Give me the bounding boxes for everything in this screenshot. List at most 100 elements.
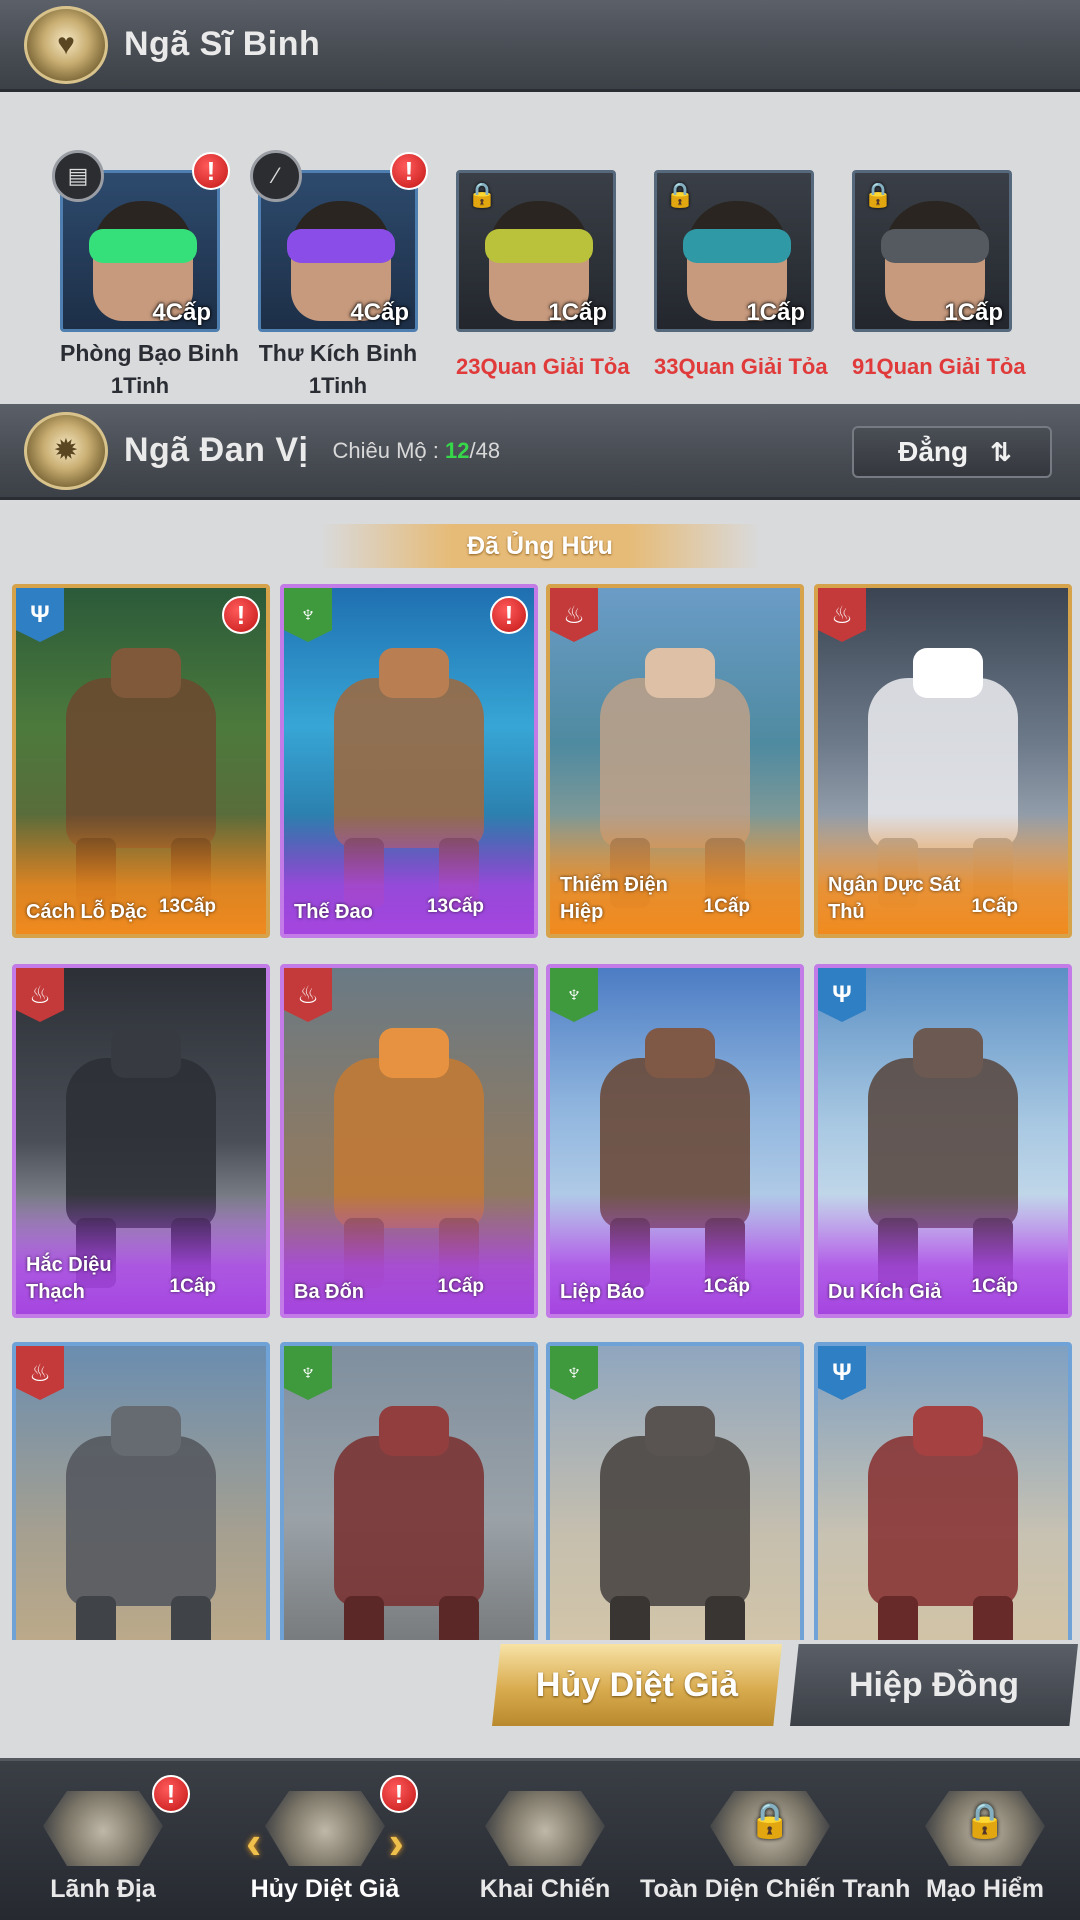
unit-card[interactable]: ♆ xyxy=(546,1342,804,1640)
unit-name: Du Kích Giả xyxy=(828,1281,942,1303)
unit-name: Hắc Diệu Thạch xyxy=(26,1254,112,1303)
unit-emblem-icon: ✹ xyxy=(24,411,108,490)
unit-card[interactable]: ♨ xyxy=(12,1342,270,1640)
unit-leg xyxy=(439,1596,479,1640)
soldier-card[interactable]: 🔒 1Cấp 91Quan Giải Tỏa xyxy=(852,150,1026,380)
unit-section-title: Ngã Đan Vị xyxy=(124,431,309,469)
soldier-card[interactable]: ▤ 4Cấp ! Phòng Bạo Binh 1Tinh xyxy=(52,150,239,399)
unit-head xyxy=(913,1028,983,1078)
unit-grid: Ψ! Cách Lỗ Đặc 13Cấp ♆! Thế Đao 13Cấp ♨ Thiểm… xyxy=(12,584,1072,1640)
unit-head xyxy=(111,1406,181,1456)
unit-card[interactable]: ♨ Ngân Dực Sát Thủ 1Cấp xyxy=(814,584,1072,938)
nav-label: Hủy Diệt Giả xyxy=(250,1875,400,1903)
unit-head xyxy=(111,1028,181,1078)
soldier-visor xyxy=(683,229,791,263)
unit-head xyxy=(913,1406,983,1456)
soldier-portrait: 🔒 1Cấp xyxy=(654,170,814,332)
unit-level: 1Cấp xyxy=(703,1276,750,1297)
soldier-visor xyxy=(485,229,593,263)
recruit-label: Chiêu Mộ : xyxy=(332,437,439,463)
soldier-visor xyxy=(287,229,395,263)
lock-icon: 🔒 xyxy=(863,182,893,209)
unit-card[interactable]: ♆! Thế Đao 13Cấp xyxy=(280,584,538,938)
unit-head xyxy=(645,1406,715,1456)
nav-label: Lãnh Địa xyxy=(50,1875,156,1903)
unit-card[interactable]: ♨ Hắc Diệu Thạch 1Cấp xyxy=(12,964,270,1318)
nav-item[interactable]: Hủy Diệt Giả ‹ ›! xyxy=(230,1761,420,1920)
nav-label: Khai Chiến xyxy=(479,1875,611,1903)
unit-head xyxy=(913,648,983,698)
lock-icon: 🔒 xyxy=(467,182,497,209)
nav-item[interactable]: 🔒 Toàn Diện Chiến Tranh xyxy=(640,1761,910,1920)
nav-building-icon xyxy=(265,1791,385,1866)
recruit-current: 12 xyxy=(445,437,470,463)
chevron-left-icon: ‹ xyxy=(246,1816,262,1868)
unit-card[interactable]: ♨ Ba Đốn 1Cấp xyxy=(280,964,538,1318)
unit-name: Thiểm Điện Hiệp xyxy=(560,874,668,923)
unit-name: Ngân Dực Sát Thủ xyxy=(828,874,961,923)
unit-leg xyxy=(76,1596,116,1640)
nav-item[interactable]: Khai Chiến xyxy=(460,1761,630,1920)
soldier-star: 1Tinh xyxy=(110,373,170,398)
unit-head xyxy=(379,1028,449,1078)
soldier-card[interactable]: 🔒 1Cấp 23Quan Giải Tỏa xyxy=(456,150,630,380)
soldier-star: 1Tinh xyxy=(308,373,368,398)
soldier-emblem-icon: ♥ xyxy=(24,5,108,84)
unit-body xyxy=(600,1436,750,1606)
soldier-class-icon: ▤ xyxy=(52,150,104,202)
alert-icon: ! xyxy=(490,596,528,634)
nav-building-icon xyxy=(43,1791,163,1866)
alert-icon: ! xyxy=(390,152,428,190)
soldier-card[interactable]: ⁄ 4Cấp ! Thư Kích Binh 1Tinh xyxy=(250,150,428,399)
soldier-row: ▤ 4Cấp ! Phòng Bạo Binh 1Tinh ⁄ 4Cấp ! Thư … xyxy=(52,150,1040,400)
unit-leg xyxy=(878,1596,918,1640)
soldier-level: 1Cấp xyxy=(944,299,1003,326)
alert-icon: ! xyxy=(152,1775,190,1813)
unit-name: Thế Đao xyxy=(294,901,373,923)
soldier-unlock-requirement: 33Quan Giải Tỏa xyxy=(654,354,828,379)
soldier-level: 1Cấp xyxy=(746,299,805,326)
unit-card[interactable]: Ψ Du Kích Giả 1Cấp xyxy=(814,964,1072,1318)
unit-card[interactable]: Ψ xyxy=(814,1342,1072,1640)
unit-level: 1Cấp xyxy=(971,896,1018,917)
nav-item[interactable]: Lãnh Địa! xyxy=(18,1761,190,1920)
unit-leg xyxy=(973,1596,1013,1640)
lock-icon: 🔒 xyxy=(748,1802,792,1840)
soldier-level: 4Cấp xyxy=(350,299,409,326)
nav-building-icon xyxy=(485,1791,605,1866)
unit-leg xyxy=(171,1596,211,1640)
nav-label: Mạo Hiểm xyxy=(925,1875,1045,1903)
soldier-name: Thư Kích Binh xyxy=(258,340,418,366)
unit-level: 1Cấp xyxy=(971,1276,1018,1297)
soldier-card[interactable]: 🔒 1Cấp 33Quan Giải Tỏa xyxy=(654,150,828,380)
nav-item[interactable]: 🔒 Mạo Hiểm xyxy=(900,1761,1070,1920)
recruit-total: /48 xyxy=(469,437,501,463)
soldier-section-header: ♥ Ngã Sĩ Binh xyxy=(0,0,1080,92)
unit-card[interactable]: ♆ Liệp Báo 1Cấp xyxy=(546,964,804,1318)
unit-head xyxy=(379,1406,449,1456)
sort-button[interactable]: Đẳng ⇅ xyxy=(852,426,1052,478)
lock-icon: 🔒 xyxy=(963,1802,1007,1840)
soldier-portrait: 🔒 1Cấp xyxy=(456,170,616,332)
nav-building-icon: 🔒 xyxy=(710,1791,830,1866)
unit-leg xyxy=(705,1596,745,1640)
unit-leg xyxy=(610,1596,650,1640)
unit-card[interactable]: ♆ xyxy=(280,1342,538,1640)
lock-icon: 🔒 xyxy=(665,182,695,209)
soldier-unlock-requirement: 91Quan Giải Tỏa xyxy=(852,354,1026,379)
tab-destroyer[interactable]: Hủy Diệt Giả xyxy=(492,1644,782,1726)
unit-card[interactable]: Ψ! Cách Lỗ Đặc 13Cấp xyxy=(12,584,270,938)
alert-icon: ! xyxy=(192,152,230,190)
unit-body xyxy=(334,1436,484,1606)
unit-section-header: ✹ Ngã Đan Vị Chiêu Mộ : 12/48 Đẳng ⇅ xyxy=(0,404,1080,500)
sort-label: Đẳng xyxy=(898,436,969,467)
soldier-name: Phòng Bạo Binh xyxy=(60,340,239,366)
tab-cooperation[interactable]: Hiệp Đồng xyxy=(790,1644,1078,1726)
soldier-visor xyxy=(881,229,989,263)
unit-card[interactable]: ♨ Thiểm Điện Hiệp 1Cấp xyxy=(546,584,804,938)
unit-level: 13Cấp xyxy=(158,896,216,917)
unit-head xyxy=(379,648,449,698)
soldier-level: 4Cấp xyxy=(152,299,211,326)
soldier-unlock-requirement: 23Quan Giải Tỏa xyxy=(456,354,630,379)
tab-bar: Hủy Diệt Giả Hiệp Đồng xyxy=(0,1642,1080,1730)
